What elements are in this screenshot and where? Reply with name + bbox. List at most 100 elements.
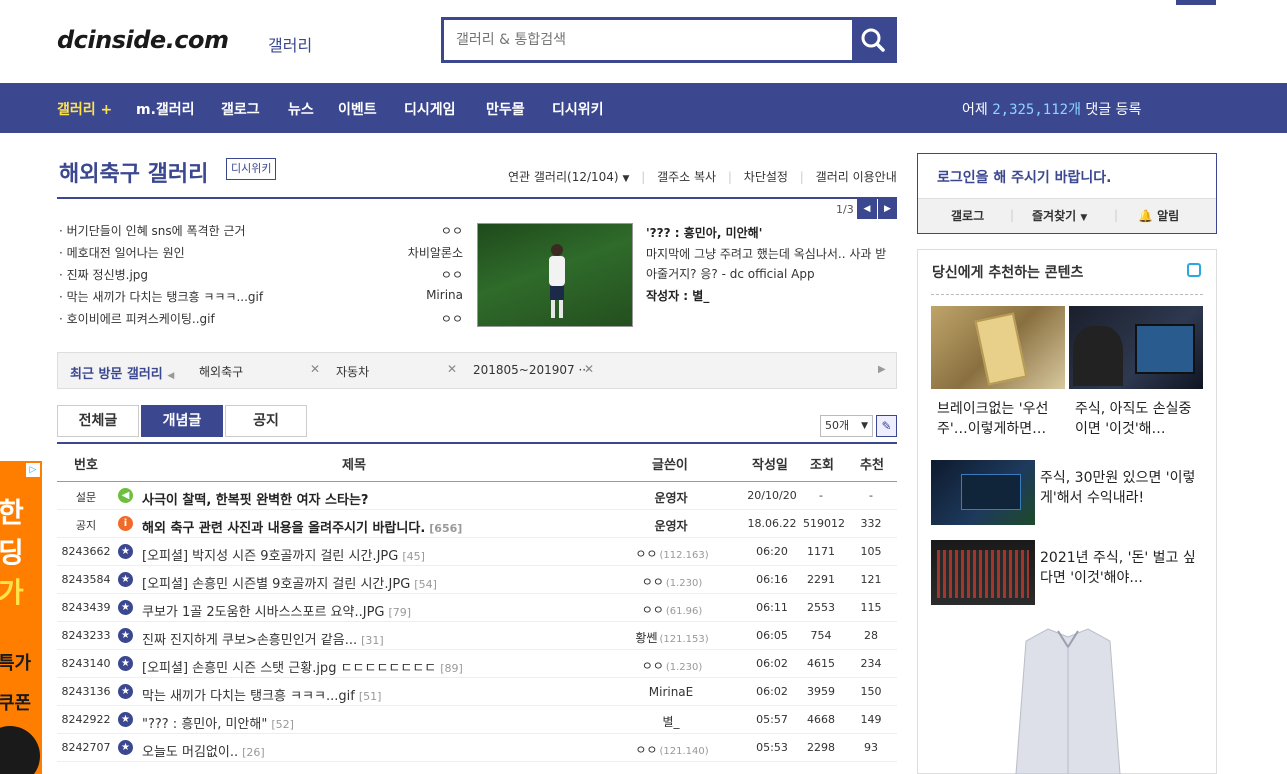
post-title-text[interactable]: [오피셜] 손흥민 시즌 스탯 근황.jpg ㄷㄷㄷㄷㄷㄷㄷㄷ <box>142 661 436 676</box>
post-writer[interactable]: ㅇㅇ (61.96) <box>617 601 727 618</box>
list-caption[interactable]: 주식, 30만원 있으면 '이렇게'해서 수익내라! <box>1040 468 1200 508</box>
table-row[interactable]: 8243439 ★ 쿠보가 1골 2도움한 시바스스포르 요약..JPG [79] ㅇㅇ… <box>57 594 897 622</box>
post-title-text[interactable]: [오피셜] 손흥민 시즌별 9호골까지 걸린 시간.JPG <box>142 577 410 592</box>
post-title[interactable]: 막는 새끼가 다치는 탱크흥 ㅋㅋㅋ...gif [51] <box>142 685 381 704</box>
search-button[interactable] <box>852 20 894 60</box>
post-writer[interactable]: ㅇㅇ (121.140) <box>617 741 727 758</box>
post-title[interactable]: [오피셜] 손흥민 시즌별 9호골까지 걸린 시간.JPG [54] <box>142 573 437 592</box>
writer-name[interactable]: ㅇㅇ <box>635 547 657 561</box>
prev-icon[interactable]: ◀ <box>857 199 877 219</box>
nav-news[interactable]: 뉴스 <box>288 99 314 119</box>
list-caption[interactable]: 2021년 주식, '돈' 벌고 싶다면 '이것'해야... <box>1040 548 1200 588</box>
post-title-text[interactable]: 사극이 찰떡, 한복핏 완벽한 여자 스타는? <box>142 493 368 508</box>
recent-gallery-item[interactable]: 자동차 <box>336 363 369 380</box>
comment-count[interactable]: [51] <box>359 690 382 703</box>
post-title[interactable]: 오늘도 머김없이.. [26] <box>142 741 265 760</box>
card-caption[interactable]: 주식, 아직도 손실중이면 '이것'해… <box>1075 399 1201 439</box>
site-logo[interactable]: dcinside.com <box>57 26 229 54</box>
nav-gallog[interactable]: 갤로그 <box>221 99 260 119</box>
comment-count[interactable]: [52] <box>271 718 294 731</box>
tab-all[interactable]: 전체글 <box>57 405 139 437</box>
block-settings-link[interactable]: 차단설정 <box>744 170 788 184</box>
post-writer[interactable]: 운영자 <box>617 517 727 534</box>
post-title-text[interactable]: [오피셜] 박지성 시즌 9호골까지 걸린 시간.JPG <box>142 549 398 564</box>
post-title[interactable]: 사극이 찰떡, 한복핏 완벽한 여자 스타는? <box>142 489 372 508</box>
nav-gallery[interactable]: 갤러리 + <box>57 99 112 119</box>
comment-count[interactable]: [54] <box>414 578 437 591</box>
shirt-ad-image[interactable] <box>1006 625 1130 774</box>
post-title-text[interactable]: 막는 새끼가 다치는 탱크흥 ㅋㅋㅋ...gif <box>142 689 355 704</box>
table-row[interactable]: 설문 ◀ 사극이 찰떡, 한복핏 완벽한 여자 스타는? 운영자 20/10/20 - - <box>57 482 897 510</box>
side-advertisement[interactable]: ▷ 한 딩 가 특가 쿠폰 <box>0 461 42 774</box>
post-writer[interactable]: 별_ <box>617 713 727 730</box>
post-title[interactable]: [오피셜] 박지성 시즌 9호골까지 걸린 시간.JPG [45] <box>142 545 425 564</box>
search-input[interactable] <box>450 24 850 56</box>
writer-name[interactable]: 황쎈 <box>635 631 657 645</box>
writer-name[interactable]: 운영자 <box>654 491 687 505</box>
logo-gallery-label[interactable]: 갤러리 <box>268 32 312 56</box>
writer-name[interactable]: 운영자 <box>654 519 687 533</box>
gallery-title[interactable]: 해외축구 갤러리 <box>59 156 208 188</box>
comment-count[interactable]: [26] <box>242 746 265 759</box>
comment-count[interactable]: [89] <box>440 662 463 675</box>
card-image-trader[interactable] <box>1069 306 1203 389</box>
gallery-guide-link[interactable]: 갤러리 이용안내 <box>816 170 897 184</box>
post-title-text[interactable]: 오늘도 머김없이.. <box>142 745 238 760</box>
post-title[interactable]: 쿠보가 1골 2도움한 시바스스포르 요약..JPG [79] <box>142 601 411 620</box>
tab-recommended[interactable]: 개념글 <box>141 405 223 437</box>
writer-name[interactable]: ㅇㅇ <box>642 603 664 617</box>
close-icon[interactable]: ✕ <box>584 362 594 376</box>
login-message[interactable]: 로그인을 해 주시기 바랍니다. <box>937 167 1112 187</box>
gallog-link[interactable]: 갤로그 <box>951 207 984 224</box>
issue-title[interactable]: 버기단들이 인혜 sns에 폭격한 근거 <box>67 224 246 238</box>
issue-title[interactable]: 메호대전 일어나는 원인 <box>67 246 185 260</box>
table-row[interactable]: 공지 i 해외 축구 관련 사진과 내용을 올려주시기 바랍니다. [656] 운영자 1… <box>57 510 897 538</box>
post-writer[interactable]: 운영자 <box>617 489 727 506</box>
issue-headline[interactable]: '??? : 흥민아, 미안해' <box>646 224 762 241</box>
comment-count[interactable]: [656] <box>429 522 462 535</box>
post-title-text[interactable]: 쿠보가 1골 2도움한 시바스스포르 요약..JPG <box>142 605 384 620</box>
card-caption[interactable]: 브레이크없는 '우선주'…이렇게하면… <box>937 399 1063 439</box>
recent-gallery-item[interactable]: 해외축구 <box>199 363 243 380</box>
recent-gallery-item[interactable]: 201805~201907 ··· <box>473 363 590 377</box>
comment-count[interactable]: [31] <box>361 634 384 647</box>
close-icon[interactable]: ✕ <box>447 362 457 376</box>
ad-info-icon[interactable] <box>1187 263 1201 277</box>
table-row[interactable]: 8243140 ★ [오피셜] 손흥민 시즌 스탯 근황.jpg ㄷㄷㄷㄷㄷㄷㄷㄷ[… <box>57 650 897 678</box>
writer-name[interactable]: MirinaE <box>649 685 694 699</box>
writer-name[interactable]: ㅇㅇ <box>642 659 664 673</box>
post-title[interactable]: 진짜 진지하게 쿠보>손흥민인거 같음... [31] <box>142 629 384 648</box>
post-title[interactable]: [오피셜] 손흥민 시즌 스탯 근황.jpg ㄷㄷㄷㄷㄷㄷㄷㄷ [89] <box>142 657 463 676</box>
issue-title[interactable]: 호이비에르 피켜스케이팅..gif <box>67 312 215 326</box>
post-title[interactable]: 해외 축구 관련 사진과 내용을 올려주시기 바랍니다. [656] <box>142 517 462 536</box>
comment-count[interactable]: [45] <box>402 550 425 563</box>
ad-info-icon[interactable]: ▷ <box>26 463 40 477</box>
favorites-link[interactable]: 즐겨찾기 ▼ <box>1032 207 1087 224</box>
table-row[interactable]: 8242922 ★ "??? : 흥민아, 미안해" [52] 별_ 05:57 4668 1… <box>57 706 897 734</box>
post-writer[interactable]: 황쎈 (121.153) <box>617 629 727 646</box>
post-writer[interactable]: MirinaE <box>617 685 727 699</box>
caret-right-icon[interactable]: ▶ <box>878 364 886 375</box>
chevron-down-icon[interactable]: ▼ <box>622 174 629 184</box>
post-title-text[interactable]: 진짜 진지하게 쿠보>손흥민인거 같음... <box>142 633 357 648</box>
list-image-board[interactable] <box>931 540 1035 605</box>
table-row[interactable]: 8242707 ★ 오늘도 머김없이.. [26] ㅇㅇ (121.140) 05:53 22… <box>57 734 897 762</box>
nav-dcwiki[interactable]: 디시위키 <box>552 99 604 119</box>
table-row[interactable]: 8243662 ★ [오피셜] 박지성 시즌 9호골까지 걸린 시간.JPG [45]… <box>57 538 897 566</box>
post-writer[interactable]: ㅇㅇ (1.230) <box>617 657 727 674</box>
table-row[interactable]: 8243584 ★ [오피셜] 손흥민 시즌별 9호골까지 걸린 시간.JPG [54… <box>57 566 897 594</box>
issue-body[interactable]: 마지막에 그냥 주려고 했는데 옥심나서.. 사과 받아줄거지? 응? - dc… <box>646 244 896 284</box>
related-gallery-link[interactable]: 연관 갤러리(12/104) <box>508 170 619 184</box>
write-button[interactable]: ✎ <box>876 415 897 437</box>
post-title-text[interactable]: "??? : 흥민아, 미안해" <box>142 717 267 732</box>
post-title[interactable]: "??? : 흥민아, 미안해" [52] <box>142 713 294 732</box>
table-row[interactable]: 8243233 ★ 진짜 진지하게 쿠보>손흥민인거 같음... [31] 황쎈 (121… <box>57 622 897 650</box>
writer-name[interactable]: ㅇㅇ <box>642 575 664 589</box>
writer-name[interactable]: ㅇㅇ <box>635 743 657 757</box>
table-row[interactable]: 8243136 ★ 막는 새끼가 다치는 탱크흥 ㅋㅋㅋ...gif [51] Miri… <box>57 678 897 706</box>
per-page-select[interactable]: 50개 ▼ <box>820 415 873 437</box>
card-image-money[interactable] <box>931 306 1065 389</box>
issue-title[interactable]: 막는 새끼가 다치는 탱크흥 ㅋㅋㅋ...gif <box>67 290 263 304</box>
next-icon[interactable]: ▶ <box>878 199 897 219</box>
dcwiki-badge[interactable]: 디시위키 <box>226 158 277 180</box>
